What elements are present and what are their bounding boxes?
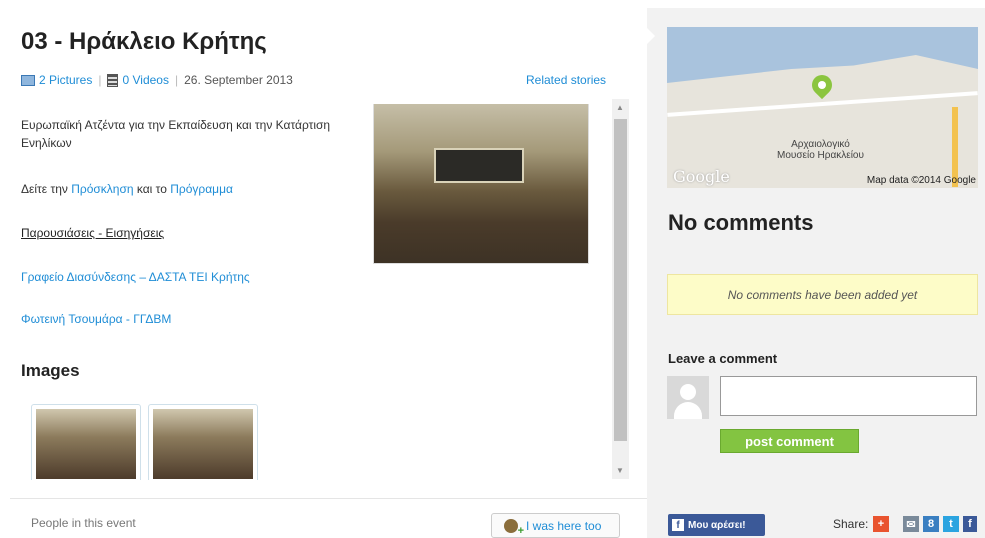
- was-here-button[interactable]: I was here too: [491, 513, 620, 538]
- scroll-up-icon[interactable]: ▲: [616, 103, 624, 112]
- google-logo: Google: [673, 167, 730, 186]
- plus-icon[interactable]: +: [873, 516, 889, 532]
- see-line: Δείτε την Πρόσκληση και το Πρόγραμμα: [21, 180, 233, 198]
- location-map[interactable]: Αρχαιολογικό Μουσείο Ηρακλείου Google Ma…: [667, 27, 978, 188]
- separator: |: [98, 73, 102, 87]
- facebook-icon: f: [672, 519, 684, 531]
- mail-icon[interactable]: ✉: [903, 516, 919, 532]
- map-pin-icon[interactable]: [807, 70, 837, 100]
- avatar: [667, 376, 709, 419]
- description-text: Ευρωπαϊκή Ατζέντα για την Εκπαίδευση και…: [21, 118, 331, 150]
- comments-heading: No comments: [668, 210, 814, 235]
- avatar-body: [674, 402, 702, 419]
- related-stories-link[interactable]: Related stories: [526, 73, 606, 87]
- was-here-label: I was here too: [526, 518, 602, 533]
- sidebar-notch: [647, 28, 655, 44]
- photo-screen: [434, 148, 524, 183]
- sidebar: Αρχαιολογικό Μουσείο Ηρακλείου Google Ma…: [647, 8, 985, 538]
- add-person-icon: [504, 518, 524, 537]
- content-scrollbar[interactable]: ▲ ▼: [612, 99, 629, 479]
- people-label: People in this event: [31, 516, 136, 530]
- google-plus-icon[interactable]: 8: [923, 516, 939, 532]
- facebook-like-button[interactable]: f Μου αρέσει!: [668, 514, 765, 536]
- leave-comment-label: Leave a comment: [668, 351, 778, 366]
- program-link[interactable]: Πρόγραμμα: [170, 182, 233, 196]
- post-comment-button[interactable]: post comment: [720, 429, 859, 453]
- image-thumbnail[interactable]: [31, 404, 141, 480]
- event-meta: 2 Pictures | 0 Videos | 26. September 20…: [21, 73, 293, 87]
- separator: |: [174, 73, 179, 87]
- scroll-down-icon[interactable]: ▼: [616, 466, 624, 475]
- pictures-link[interactable]: 2 Pictures: [39, 73, 92, 87]
- no-comments-notice: No comments have been added yet: [667, 274, 978, 315]
- thumbnail-picture: [153, 409, 253, 479]
- like-label: Μου αρέσει!: [688, 519, 746, 531]
- picture-icon: [21, 74, 35, 86]
- event-photo[interactable]: [373, 104, 589, 264]
- event-footer: People in this event I was here too: [10, 498, 647, 538]
- twitter-icon[interactable]: t: [943, 516, 959, 532]
- videos-link[interactable]: 0 Videos: [122, 73, 168, 87]
- avatar-head: [680, 384, 696, 400]
- event-content: Ευρωπαϊκή Ατζέντα για την Εκπαίδευση και…: [21, 104, 621, 480]
- map-attribution: Map data ©2014 Google: [866, 175, 976, 186]
- video-icon: [107, 73, 119, 87]
- scrollbar-thumb[interactable]: [614, 119, 627, 441]
- map-place-label: Αρχαιολογικό Μουσείο Ηρακλείου: [777, 139, 864, 161]
- image-thumbnail[interactable]: [148, 404, 258, 480]
- invitation-link[interactable]: Πρόσκληση: [71, 182, 133, 196]
- presentation-link-2[interactable]: Φωτεινή Τσουμάρα - ΓΓΔΒΜ: [21, 310, 171, 328]
- share-label: Share:: [833, 517, 869, 531]
- presentations-heading: Παρουσιάσεις - Εισηγήσεις: [21, 226, 165, 240]
- images-heading: Images: [21, 361, 80, 380]
- and-text: και το: [133, 182, 171, 196]
- event-date: 26. September 2013: [184, 73, 293, 87]
- see-prefix: Δείτε την: [21, 182, 72, 196]
- facebook-share-icon[interactable]: f: [963, 516, 977, 532]
- thumbnail-picture: [36, 409, 136, 479]
- comment-input[interactable]: [720, 376, 977, 416]
- page-title: 03 - Ηράκλειο Κρήτης: [21, 28, 267, 55]
- presentation-link-1[interactable]: Γραφείο Διασύνδεσης – ΔΑΣΤΑ ΤΕΙ Κρήτης: [21, 268, 250, 286]
